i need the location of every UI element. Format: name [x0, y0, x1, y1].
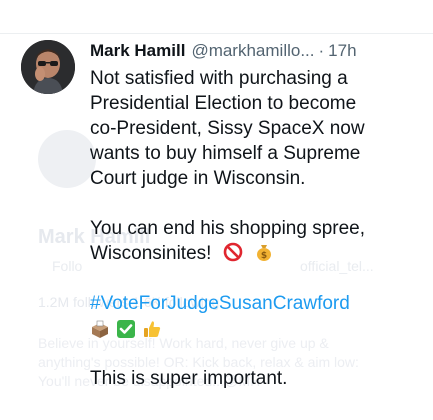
- no-entry-emoji: [223, 242, 243, 262]
- post-text-line: Not satisfied with purchasing a: [90, 68, 348, 89]
- post-card[interactable]: Mark Hamill Follo official_tel... 1.2M f…: [0, 0, 433, 420]
- emoji-row: [90, 316, 420, 341]
- author-avatar[interactable]: [21, 40, 75, 94]
- separator-dot: ·: [318, 41, 325, 60]
- post-text-line: Presidential Election to become: [90, 93, 357, 114]
- author-name[interactable]: Mark Hamill: [90, 40, 185, 62]
- post-text-line: Court judge in Wisconsin.: [90, 168, 306, 189]
- post-header: Mark Hamill @markhamillo... · 17h: [90, 40, 420, 62]
- top-divider: [0, 33, 433, 34]
- post-body: Not satisfied with purchasing a Presiden…: [90, 66, 420, 391]
- author-handle[interactable]: @markhamillo...: [191, 40, 314, 62]
- ballot-box-emoji: [92, 320, 108, 338]
- check-mark-button-emoji: [117, 319, 135, 338]
- post-text-line: co-President, Sissy SpaceX now: [90, 118, 365, 139]
- hashtag-link[interactable]: #VoteForJudgeSusanCrawford: [90, 291, 420, 316]
- post-text-line: wants to buy himself a Supreme: [90, 143, 361, 164]
- post-timestamp[interactable]: 17h: [328, 40, 356, 62]
- post-text-segment: Wisconsinites!: [90, 243, 212, 264]
- post-text-line: You can end his shopping spree,: [90, 218, 366, 239]
- post-text-line-with-emoji: Wisconsinites! $: [90, 241, 420, 266]
- background-follow-label: Follo: [52, 258, 83, 274]
- svg-text:$: $: [261, 251, 267, 261]
- post-text-line: This is super important.: [90, 368, 288, 389]
- background-avatar: [38, 130, 96, 188]
- money-bag-emoji: $: [256, 245, 271, 261]
- avatar-photo: [21, 40, 75, 94]
- thumbs-up-emoji: [144, 320, 161, 337]
